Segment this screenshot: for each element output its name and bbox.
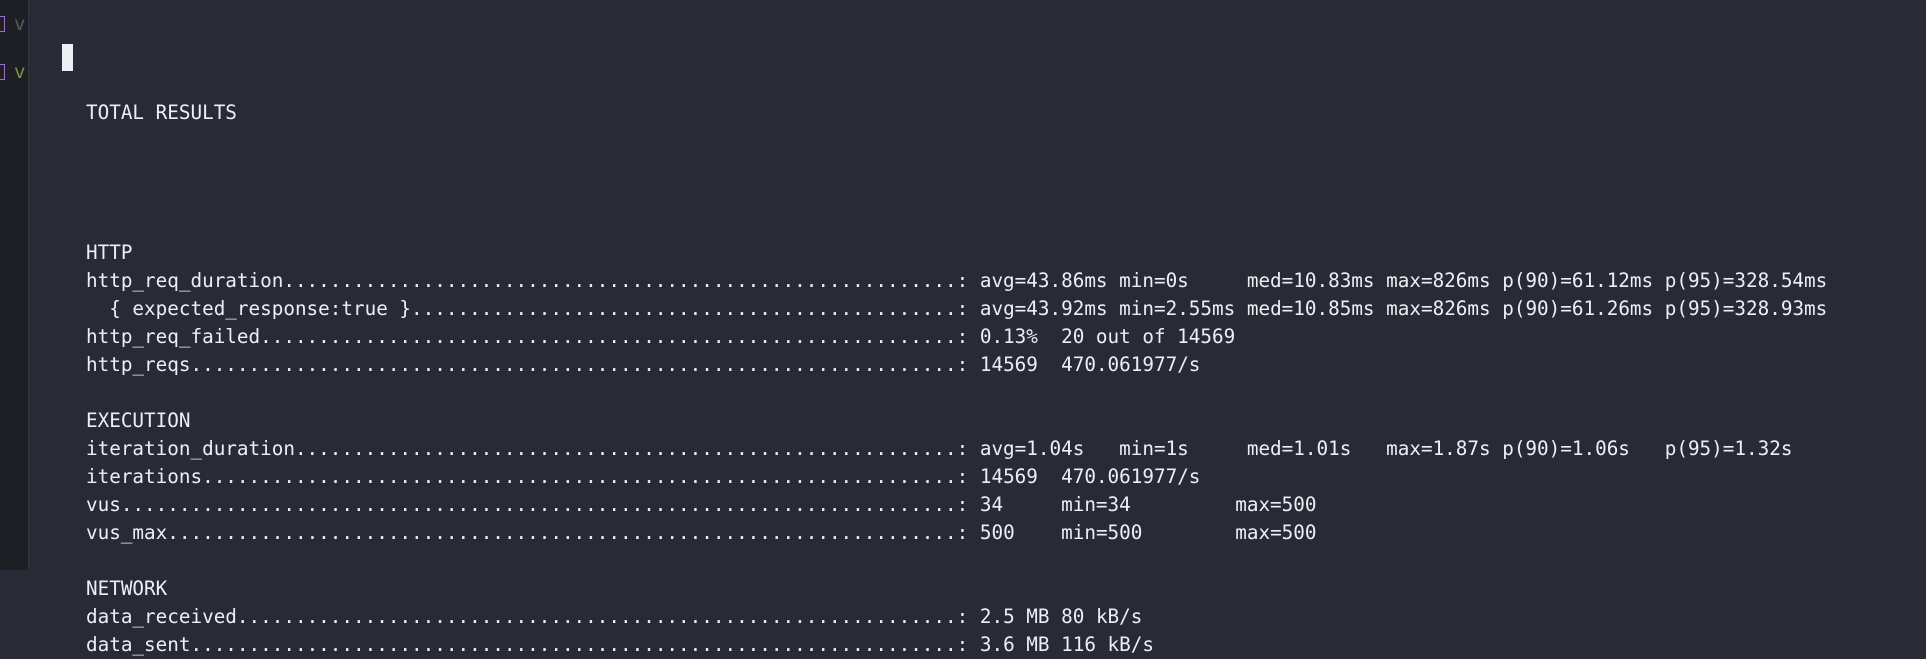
metric-values: avg=1.04s min=1s med=1.01s max=1.87s p(9… <box>979 437 1793 460</box>
gutter-text: v <box>14 13 26 35</box>
dot-leader: ........................................… <box>190 633 980 656</box>
dot-leader: ........................................… <box>283 269 980 292</box>
metric-name: http_req_duration <box>86 269 284 292</box>
metric-name: vus_max <box>86 521 168 544</box>
metric-name: { expected_response:true } <box>86 297 412 320</box>
section-heading: EXECUTION <box>86 409 191 432</box>
metric-values: 14569 470.061977/s <box>979 465 1201 488</box>
dot-leader: ........................................… <box>411 297 980 320</box>
metric-row: { expected_response:true }..............… <box>86 295 1827 323</box>
metric-row: http_req_duration.......................… <box>86 267 1827 295</box>
metric-values: avg=43.92ms min=2.55ms med=10.85ms max=8… <box>979 297 1828 320</box>
dot-leader: ........................................… <box>294 437 980 460</box>
dot-leader: ........................................… <box>202 465 980 488</box>
terminal-output[interactable]: TOTAL RESULTS HTTP http_req_duration.....… <box>86 43 1827 659</box>
dot-leader: ........................................… <box>236 605 980 628</box>
metric-name: http_reqs <box>86 353 191 376</box>
metric-name: iteration_duration <box>86 437 295 460</box>
metric-values: 0.13% 20 out of 14569 <box>979 325 1236 348</box>
metric-values: 2.5 MB 80 kB/s <box>979 605 1143 628</box>
metric-row: iteration_duration......................… <box>86 435 1827 463</box>
metric-row: vus_max.................................… <box>86 519 1827 547</box>
metric-values: 14569 470.061977/s <box>979 353 1201 376</box>
metric-row: data_received...........................… <box>86 603 1827 631</box>
section-heading: HTTP <box>86 241 133 264</box>
metric-name: data_received <box>86 605 237 628</box>
metric-row: http_req_failed.........................… <box>86 323 1827 351</box>
dot-leader: ........................................… <box>260 325 980 348</box>
dot-leader: ........................................… <box>120 493 980 516</box>
metric-row: data_sent...............................… <box>86 631 1827 659</box>
metric-row: vus.....................................… <box>86 491 1827 519</box>
metric-values: 34 min=34 max=500 <box>979 493 1317 516</box>
folder-marker-icon <box>0 64 5 80</box>
metric-name: vus <box>86 493 121 516</box>
dot-leader: ........................................… <box>167 521 980 544</box>
metric-row: http_reqs...............................… <box>86 351 1827 379</box>
results-title: TOTAL RESULTS <box>86 101 237 124</box>
dot-leader: ........................................… <box>190 353 980 376</box>
metric-values: 500 min=500 max=500 <box>979 521 1317 544</box>
terminal-cursor <box>62 44 73 71</box>
metric-name: data_sent <box>86 633 191 656</box>
metric-name: iterations <box>86 465 203 488</box>
editor-gutter: v v <box>0 0 29 570</box>
metric-row: iterations..............................… <box>86 463 1827 491</box>
metric-name: http_req_failed <box>86 325 261 348</box>
gutter-text: v <box>14 61 26 83</box>
metric-values: 3.6 MB 116 kB/s <box>979 633 1154 656</box>
section-heading: NETWORK <box>86 577 168 600</box>
metric-values: avg=43.86ms min=0s med=10.83ms max=826ms… <box>979 269 1828 292</box>
folder-marker-icon <box>0 16 5 32</box>
